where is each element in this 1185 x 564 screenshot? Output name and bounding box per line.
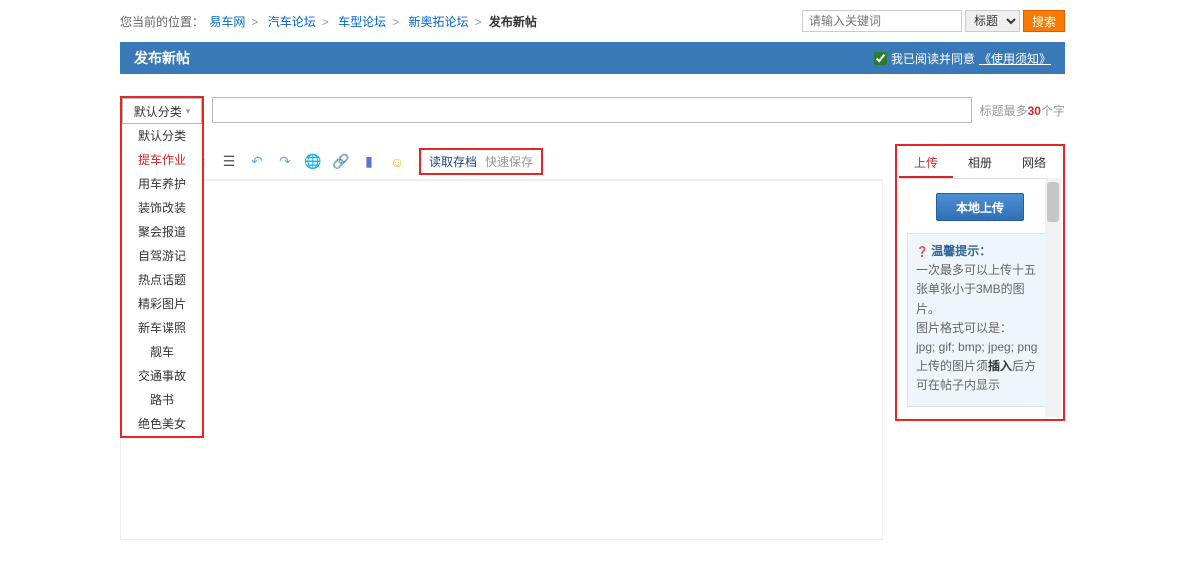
category-option[interactable]: 绝色美女	[122, 412, 202, 436]
link-icon[interactable]: 🔗	[331, 152, 351, 172]
page-title: 发布新帖	[134, 48, 190, 68]
tip-line1: 一次最多可以上传十五张单张小于3MB的图片。	[916, 261, 1044, 319]
search-input[interactable]	[802, 10, 962, 32]
tip-line2: 图片格式可以是：	[916, 319, 1044, 338]
image-icon[interactable]: 🌐	[303, 152, 323, 172]
tab-network[interactable]: 网络	[1007, 148, 1061, 178]
tip-title: 温馨提示：	[916, 242, 1044, 261]
scrollbar[interactable]	[1045, 178, 1061, 417]
category-dropdown: 默认分类提车作业用车养护装饰改装聚会报道自驾游记热点话题精彩图片新车谍照靓车交通…	[120, 124, 204, 438]
breadcrumb-current: 发布新帖	[489, 15, 537, 29]
archive-box: 读取存档 快速保存	[419, 148, 543, 175]
undo-icon[interactable]: ↶	[247, 152, 267, 172]
local-upload-button[interactable]: 本地上传	[936, 193, 1024, 221]
attachment-icon[interactable]: ▮	[359, 152, 379, 172]
editor-toolbar: 小 A ≡ ☰ ↶ ↷ 🌐 🔗 ▮ ☺ 读取存档 快速保存	[120, 144, 883, 180]
load-archive-button[interactable]: 读取存档	[429, 153, 477, 170]
upload-tip-box: 温馨提示： 一次最多可以上传十五张单张小于3MB的图片。 图片格式可以是： jp…	[907, 233, 1053, 407]
category-option[interactable]: 路书	[122, 388, 202, 412]
image-panel: 上传 相册 网络 本地上传 温馨提示： 一次最多可以上传十五张单张小于3MB的图…	[895, 144, 1065, 421]
breadcrumb-link-0[interactable]: 易车网	[209, 15, 245, 29]
category-option[interactable]: 新车谍照	[122, 316, 202, 340]
page-header: 发布新帖 我已阅读并同意 《使用须知》	[120, 42, 1065, 74]
category-option[interactable]: 靓车	[122, 340, 202, 364]
emoji-icon[interactable]: ☺	[387, 152, 407, 172]
category-option[interactable]: 提车作业	[122, 148, 202, 172]
breadcrumb-label: 您当前的位置：	[120, 15, 204, 29]
category-select[interactable]: 默认分类 ▾	[122, 98, 202, 124]
search-area: 标题 搜索	[802, 10, 1065, 32]
category-option[interactable]: 精彩图片	[122, 292, 202, 316]
agree-link[interactable]: 《使用须知》	[979, 50, 1051, 67]
tip-line3: 上传的图片须插入后方可在帖子内显示	[916, 357, 1044, 395]
breadcrumb-link-3[interactable]: 新奥拓论坛	[408, 15, 468, 29]
chevron-down-icon: ▾	[186, 106, 191, 117]
category-option[interactable]: 交通事故	[122, 364, 202, 388]
category-option[interactable]: 聚会报道	[122, 220, 202, 244]
breadcrumb-link-1[interactable]: 汽车论坛	[268, 15, 316, 29]
tab-upload[interactable]: 上传	[899, 148, 953, 178]
category-option[interactable]: 热点话题	[122, 268, 202, 292]
editor-textarea[interactable]	[120, 180, 883, 540]
category-option[interactable]: 自驾游记	[122, 244, 202, 268]
category-selected-label: 默认分类	[134, 103, 182, 120]
scrollbar-thumb[interactable]	[1047, 182, 1059, 222]
quick-save-button[interactable]: 快速保存	[485, 153, 533, 170]
category-option[interactable]: 默认分类	[122, 124, 202, 148]
search-select[interactable]: 标题	[965, 10, 1020, 32]
category-option[interactable]: 用车养护	[122, 172, 202, 196]
post-title-input[interactable]	[212, 97, 972, 123]
agree-text: 我已阅读并同意	[891, 50, 975, 67]
search-button[interactable]: 搜索	[1023, 10, 1065, 32]
image-tabs: 上传 相册 网络	[899, 148, 1061, 179]
redo-icon[interactable]: ↷	[275, 152, 295, 172]
category-option[interactable]: 装饰改装	[122, 196, 202, 220]
agree-checkbox[interactable]	[874, 52, 887, 65]
breadcrumb-link-2[interactable]: 车型论坛	[338, 15, 386, 29]
title-hint: 标题最多30个字	[980, 102, 1065, 119]
tab-album[interactable]: 相册	[953, 148, 1007, 178]
align-center-icon[interactable]: ☰	[219, 152, 239, 172]
breadcrumb: 您当前的位置： 易车网> 汽车论坛> 车型论坛> 新奥拓论坛> 发布新帖	[120, 13, 537, 30]
agree-checkbox-wrapper[interactable]: 我已阅读并同意 《使用须知》	[874, 50, 1051, 67]
tip-formats: jpg; gif; bmp; jpeg; png	[916, 338, 1044, 357]
